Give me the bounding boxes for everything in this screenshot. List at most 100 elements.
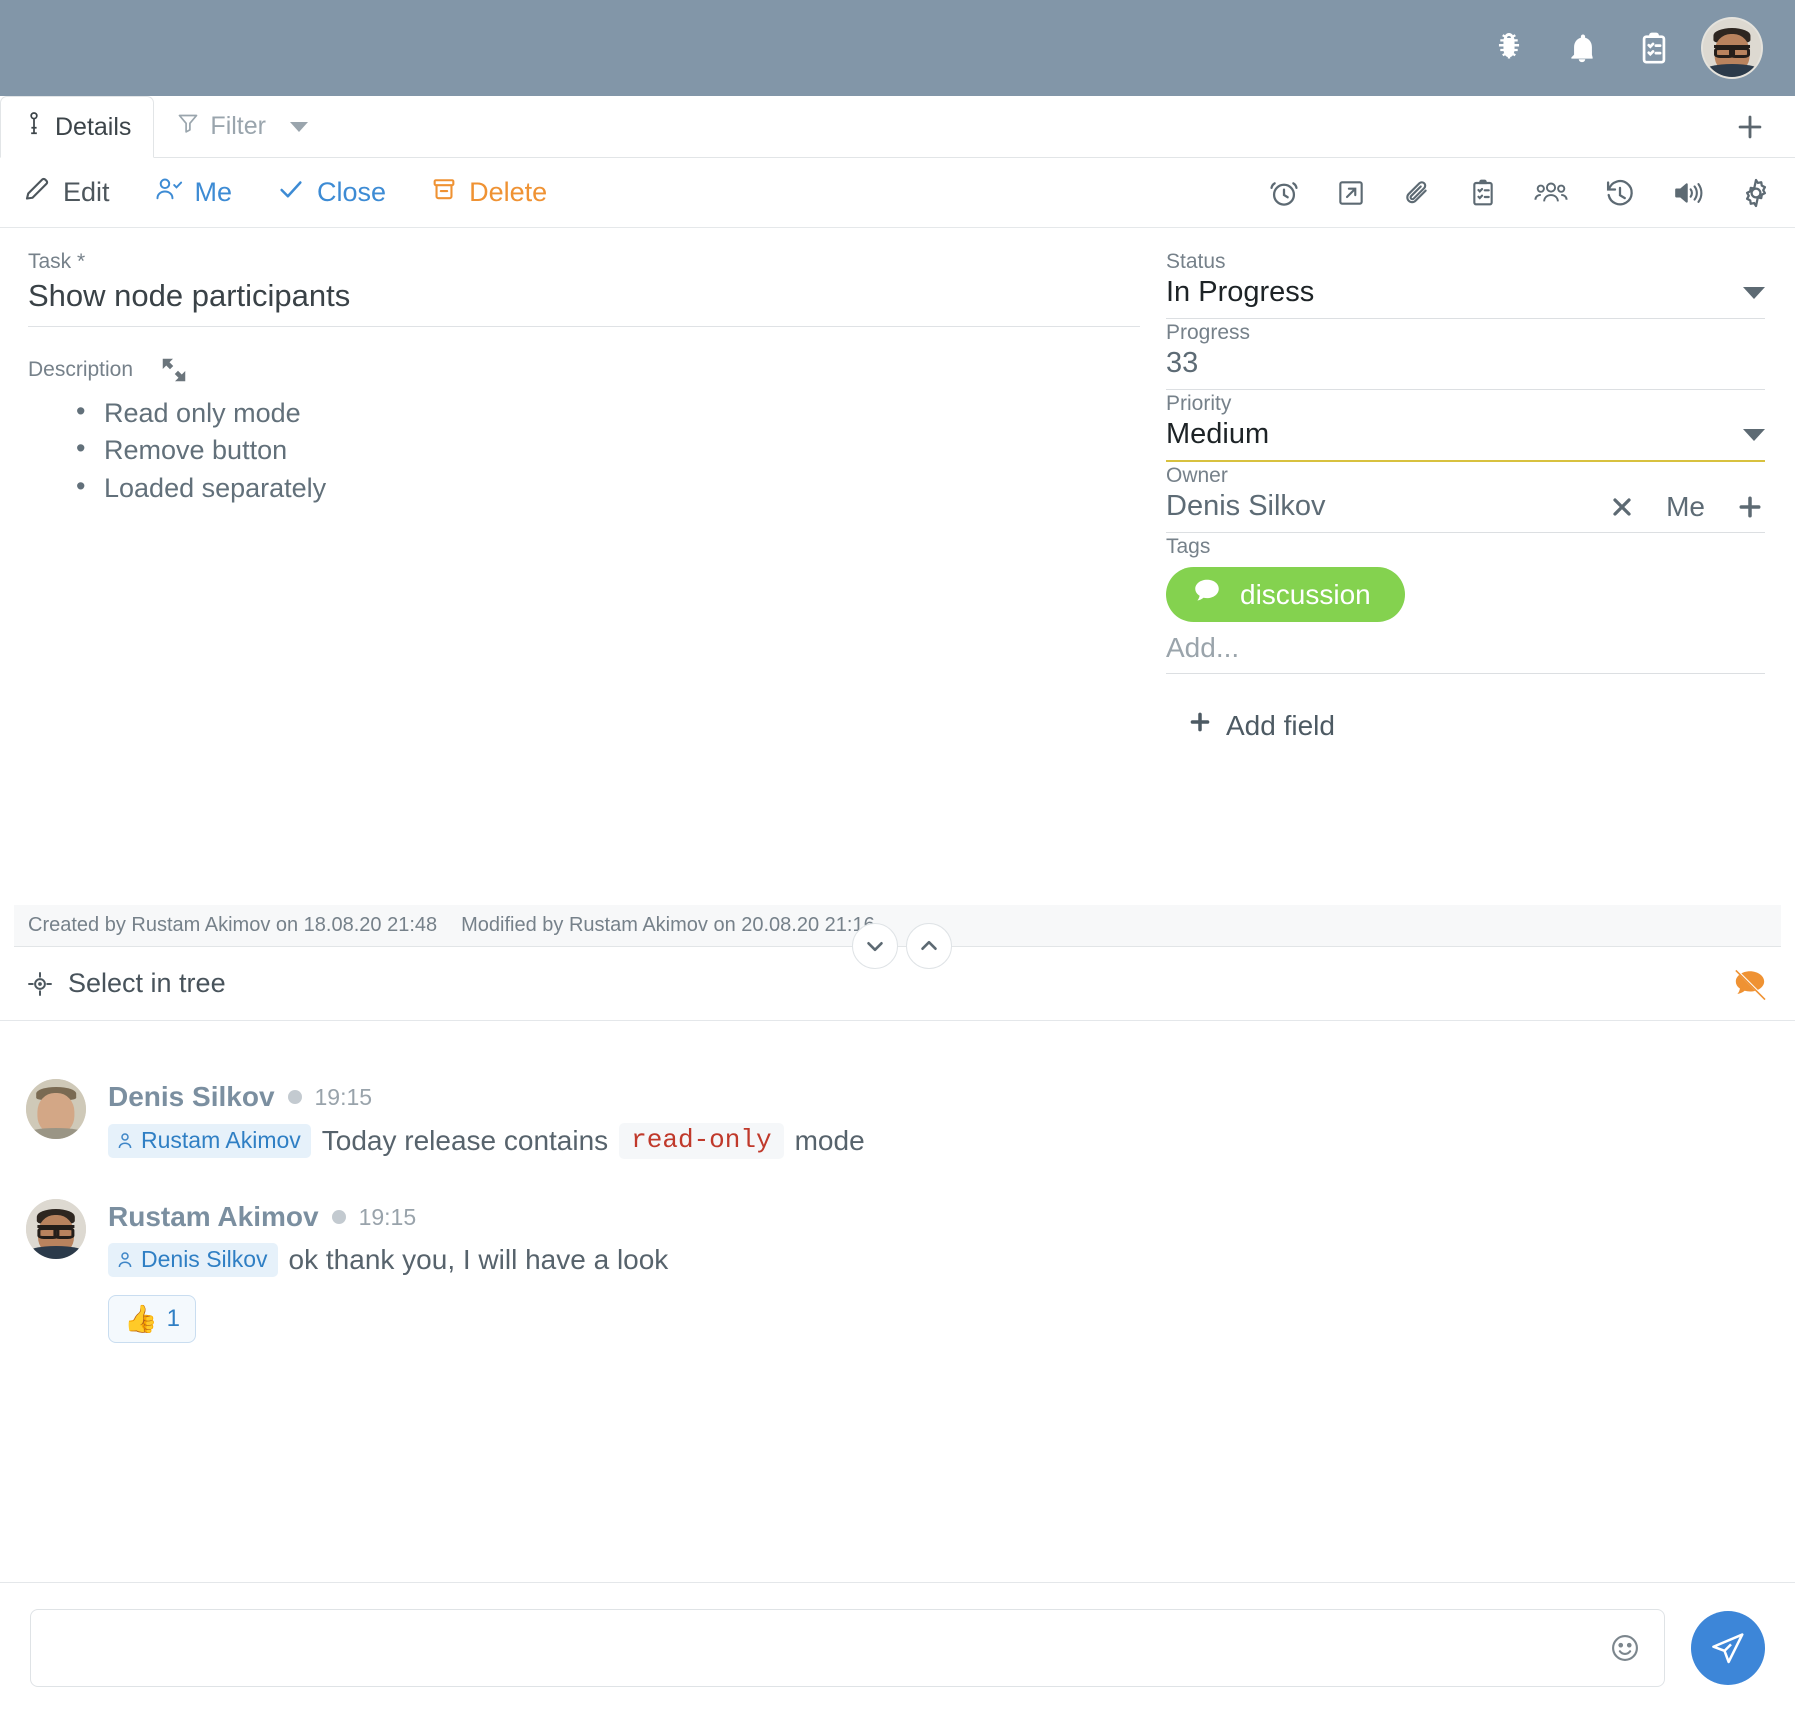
description-body: Read only mode Remove button Loaded sepa…: [28, 393, 1140, 905]
owner-label: Owner: [1166, 464, 1228, 487]
pencil-icon: [22, 174, 52, 211]
status-dot: [331, 1210, 346, 1224]
avatar[interactable]: [26, 1079, 86, 1139]
comment-text: ok thank you, I will have a look: [288, 1244, 669, 1275]
tag-chip-discussion[interactable]: discussion: [1166, 567, 1405, 622]
status-value: In Progress: [1166, 276, 1315, 308]
priority-select[interactable]: Medium: [1166, 418, 1765, 462]
plus-icon: [1186, 708, 1214, 743]
chevron-down-icon[interactable]: [1743, 286, 1765, 299]
detail-body: Task * Show node participants Descriptio…: [0, 228, 1795, 1717]
field-status: Status In Progress: [1166, 250, 1765, 319]
inline-code: read-only: [619, 1123, 784, 1159]
tab-details[interactable]: Details: [0, 96, 155, 158]
field-owner: Owner Denis Silkov Me: [1166, 464, 1765, 533]
task-properties-column: Status In Progress Progress 33 Priority …: [1152, 228, 1795, 905]
add-tab-button[interactable]: [1705, 96, 1795, 157]
collapse-down-button[interactable]: [852, 923, 898, 969]
user-icon: [116, 1131, 134, 1151]
task-title[interactable]: Show node participants: [28, 278, 1140, 327]
comment-author: Rustam Akimov: [108, 1201, 319, 1232]
tab-details-label: Details: [55, 112, 132, 141]
tab-bar: Details Filter: [0, 96, 1795, 158]
fields-region: Task * Show node participants Descriptio…: [0, 228, 1795, 905]
comment-content: Denis Silkov 19:15 Rustam Akimov Today r…: [108, 1079, 1769, 1159]
user-check-icon: [154, 174, 184, 211]
comment-content: Rustam Akimov 19:15 Denis Silkov ok than…: [108, 1199, 1769, 1343]
comment-body: Denis Silkov ok thank you, I will have a…: [108, 1243, 1769, 1277]
add-owner-icon[interactable]: [1735, 492, 1765, 522]
task-field-label: Task *: [28, 250, 86, 273]
list-item: Remove button: [76, 430, 1140, 469]
owner-value-row[interactable]: Denis Silkov Me: [1166, 490, 1765, 533]
sound-icon[interactable]: [1671, 177, 1705, 209]
chevron-down-icon[interactable]: [1743, 428, 1765, 441]
add-field-button[interactable]: Add field: [1186, 708, 1765, 743]
comments-list: Denis Silkov 19:15 Rustam Akimov Today r…: [0, 1021, 1795, 1582]
tab-filter[interactable]: Filter: [154, 96, 330, 157]
assign-me-button[interactable]: Me: [154, 174, 233, 211]
message-input[interactable]: [30, 1609, 1665, 1687]
close-task-label: Close: [317, 177, 387, 207]
clipboard-icon[interactable]: [1637, 31, 1671, 65]
people-icon[interactable]: [1533, 177, 1569, 209]
add-field-label: Add field: [1226, 709, 1335, 741]
clipboard-checklist-icon[interactable]: [1467, 177, 1499, 209]
chevron-down-icon[interactable]: [289, 121, 308, 132]
avatar-face: [26, 1079, 86, 1139]
edit-label: Edit: [63, 177, 110, 207]
select-in-tree-button[interactable]: Select in tree: [26, 968, 226, 999]
list-item: Read only mode: [76, 393, 1140, 432]
gear-icon[interactable]: [1739, 176, 1773, 210]
filter-icon: [176, 111, 200, 142]
clear-owner-icon[interactable]: [1608, 493, 1636, 521]
owner-me-button[interactable]: Me: [1666, 491, 1705, 523]
emoji-icon[interactable]: [1608, 1631, 1642, 1665]
panel-resize-controls: [852, 923, 952, 969]
mute-notifications-icon[interactable]: [1731, 967, 1769, 1001]
external-link-icon[interactable]: [1335, 177, 1367, 209]
list-item: Rustam Akimov 19:15 Denis Silkov ok than…: [26, 1199, 1769, 1343]
tags-add-input[interactable]: Add...: [1166, 626, 1765, 674]
edit-button[interactable]: Edit: [22, 174, 110, 211]
status-select[interactable]: In Progress: [1166, 276, 1765, 319]
comment-text: Today release contains: [321, 1125, 609, 1156]
expand-icon[interactable]: [159, 355, 189, 385]
owner-value: Denis Silkov: [1166, 490, 1326, 522]
list-item: Denis Silkov 19:15 Rustam Akimov Today r…: [26, 1079, 1769, 1159]
progress-input[interactable]: 33: [1166, 347, 1765, 390]
tab-filter-label: Filter: [210, 112, 266, 140]
collapse-up-button[interactable]: [906, 923, 952, 969]
close-task-button[interactable]: Close: [276, 174, 386, 211]
reaction-button[interactable]: 👍 1: [108, 1295, 196, 1343]
panel-divider: [14, 923, 1781, 969]
avatar-face: [1703, 19, 1761, 77]
alarm-clock-icon[interactable]: [1267, 176, 1301, 210]
thumbs-up-icon: 👍: [124, 1304, 158, 1334]
progress-value: 33: [1166, 347, 1199, 379]
mention-chip[interactable]: Denis Silkov: [108, 1243, 278, 1277]
avatar[interactable]: [1701, 17, 1763, 79]
comment-header: Rustam Akimov 19:15: [108, 1201, 1769, 1233]
select-in-tree-label: Select in tree: [68, 968, 226, 998]
assign-me-label: Me: [194, 177, 233, 207]
delete-button[interactable]: Delete: [430, 175, 547, 210]
mention-chip[interactable]: Rustam Akimov: [108, 1124, 311, 1158]
check-icon: [276, 174, 306, 211]
history-icon[interactable]: [1603, 176, 1637, 210]
comment-header: Denis Silkov 19:15: [108, 1081, 1769, 1113]
field-tags: Tags discussion Add...: [1166, 535, 1765, 674]
progress-label: Progress: [1166, 321, 1251, 344]
app-bar-icon-group: [1491, 30, 1671, 66]
bell-icon[interactable]: [1565, 31, 1599, 65]
bug-icon[interactable]: [1491, 30, 1527, 66]
top-app-bar: [0, 0, 1795, 96]
field-priority: Priority Medium: [1166, 392, 1765, 462]
paperclip-icon[interactable]: [1401, 177, 1433, 209]
tags-label: Tags: [1166, 535, 1211, 558]
comment-time: 19:15: [314, 1083, 373, 1110]
modified-meta: Modified by Rustam Akimov on 20.08.20 21…: [461, 914, 875, 936]
avatar[interactable]: [26, 1199, 86, 1259]
mention-name: Denis Silkov: [141, 1246, 268, 1272]
send-button[interactable]: [1691, 1611, 1765, 1685]
